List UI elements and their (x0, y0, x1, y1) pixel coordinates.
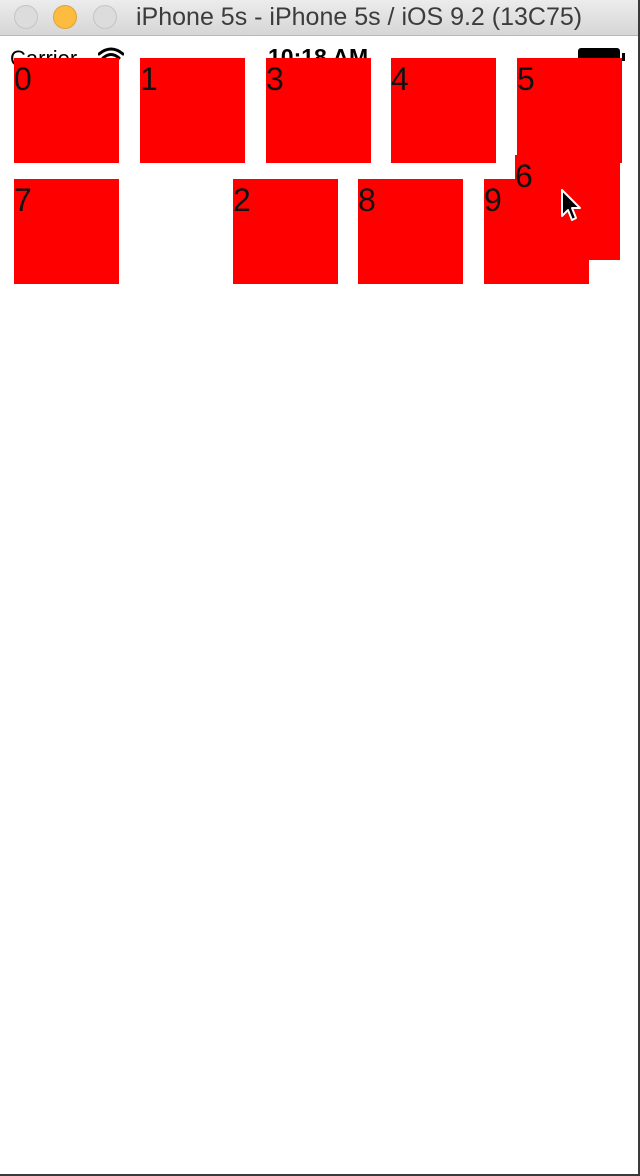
tile-label: 5 (517, 61, 535, 97)
tile-0[interactable]: 0 (14, 58, 119, 163)
tile-2[interactable]: 2 (233, 179, 338, 284)
tile-5[interactable]: 5 (517, 58, 622, 163)
minimize-icon[interactable] (53, 5, 77, 29)
tile-4[interactable]: 4 (391, 58, 496, 163)
tile-label: 0 (14, 61, 32, 97)
tile-label: 8 (358, 182, 376, 218)
tile-3[interactable]: 3 (266, 58, 371, 163)
tile-label: 2 (233, 182, 251, 218)
tile-label: 6 (515, 158, 533, 194)
cursor-icon (561, 189, 581, 221)
tile-8[interactable]: 8 (358, 179, 463, 284)
tile-label: 7 (14, 182, 32, 218)
tile-label: 9 (484, 182, 502, 218)
battery-tip (622, 53, 625, 61)
tile-7[interactable]: 7 (14, 179, 119, 284)
window-title: iPhone 5s - iPhone 5s / iOS 9.2 (13C75) (136, 3, 583, 31)
tile-label: 4 (391, 61, 409, 97)
tile-label: 1 (140, 61, 158, 97)
tile-label: 3 (266, 61, 284, 97)
simulator-window: iPhone 5s - iPhone 5s / iOS 9.2 (13C75) … (0, 0, 640, 1176)
close-icon[interactable] (14, 5, 38, 29)
window-titlebar[interactable]: iPhone 5s - iPhone 5s / iOS 9.2 (13C75) (0, 0, 638, 36)
zoom-icon[interactable] (93, 5, 117, 29)
tile-1[interactable]: 1 (140, 58, 245, 163)
